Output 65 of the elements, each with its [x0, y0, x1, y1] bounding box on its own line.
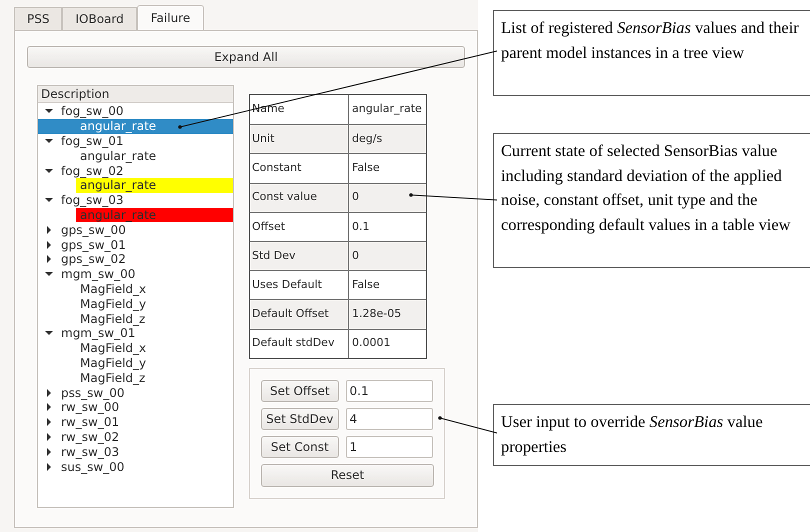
- tree-item[interactable]: mgm_sw_00: [38, 266, 233, 282]
- tab[interactable]: Failure: [136, 5, 204, 30]
- callout: User input to override SensorBias value properties: [493, 404, 810, 466]
- collapse-arrow-icon[interactable]: [45, 136, 53, 145]
- table-cell-text: 0: [351, 248, 360, 264]
- expand-arrow-icon[interactable]: [45, 448, 53, 456]
- tree-item[interactable]: MagField_z: [76, 370, 233, 386]
- collapse-arrow-icon[interactable]: [45, 107, 53, 116]
- tab[interactable]: PSS: [14, 7, 62, 30]
- reset-button[interactable]: Reset: [261, 464, 434, 487]
- leader-line: [438, 416, 498, 434]
- tree-item[interactable]: pss_sw_00: [38, 385, 233, 400]
- expand-arrow-icon[interactable]: [45, 462, 53, 471]
- table-cell: Default stdDev: [250, 330, 349, 358]
- collapse-arrow-icon[interactable]: [45, 166, 53, 175]
- tree-item[interactable]: fog_sw_02: [38, 163, 233, 178]
- tree-item[interactable]: angular_rate: [76, 148, 233, 164]
- callout: Current state of selected SensorBias value including standard deviation of the applied noise, constant offset, unit type and the corresponding default values in a table view: [493, 133, 810, 268]
- expand-arrow-icon[interactable]: [45, 255, 53, 264]
- tree-item[interactable]: rw_sw_00: [38, 400, 233, 415]
- expand-arrow-icon[interactable]: [45, 240, 53, 249]
- set-button[interactable]: Set Offset: [261, 380, 339, 402]
- table-cell-text: angular_rate: [351, 101, 423, 118]
- tree-item[interactable]: fog_sw_00: [38, 104, 233, 119]
- input-field[interactable]: 4: [346, 408, 433, 430]
- collapse-arrow-icon[interactable]: [45, 270, 53, 278]
- table-cell-text: 0: [351, 189, 360, 206]
- table-cell-text: 0.1: [351, 218, 370, 235]
- table-cell-text: 1.28e-05: [351, 306, 402, 322]
- expand-arrow-icon[interactable]: [45, 403, 53, 412]
- set-button[interactable]: Set Const: [261, 436, 339, 458]
- tree-item[interactable]: MagField_y: [76, 296, 233, 312]
- tree-item[interactable]: gps_sw_00: [38, 222, 233, 238]
- input-field[interactable]: 1: [346, 436, 433, 458]
- tree-item[interactable]: rw_sw_03: [38, 444, 233, 460]
- tree-item[interactable]: sus_sw_00: [38, 459, 233, 474]
- tab[interactable]: IOBoard: [62, 7, 137, 30]
- tree-item[interactable]: MagField_x: [76, 340, 233, 356]
- table-cell-text: False: [351, 276, 381, 293]
- expand-arrow-icon[interactable]: [45, 226, 53, 234]
- expand-arrow-icon[interactable]: [45, 388, 53, 397]
- tree-item[interactable]: rw_sw_02: [38, 430, 233, 444]
- table-cell-text: 0.0001: [351, 335, 392, 352]
- tree-item[interactable]: MagField_x: [76, 282, 233, 296]
- tree-item[interactable]: angular_rate: [76, 178, 233, 193]
- collapse-arrow-icon[interactable]: [45, 196, 53, 204]
- input-field[interactable]: 0.1: [346, 380, 433, 402]
- tree-item[interactable]: fog_sw_03: [38, 192, 233, 208]
- collapse-arrow-icon[interactable]: [45, 329, 53, 338]
- expand-all-button[interactable]: Expand All: [27, 46, 465, 68]
- tree-item[interactable]: gps_sw_01: [38, 237, 233, 252]
- tree-item[interactable]: gps_sw_02: [38, 252, 233, 267]
- tree-item[interactable]: fog_sw_01: [38, 134, 233, 148]
- tree-item[interactable]: mgm_sw_01: [38, 326, 233, 341]
- expand-arrow-icon[interactable]: [45, 418, 53, 426]
- set-button[interactable]: Set StdDev: [261, 408, 339, 430]
- tree-item[interactable]: MagField_y: [76, 356, 233, 370]
- expand-arrow-icon[interactable]: [45, 432, 53, 441]
- tree-item[interactable]: MagField_z: [76, 311, 233, 326]
- table-cell-text: deg/s: [351, 131, 384, 148]
- callout: List of registered SensorBias values and their parent model instances in a tree view: [493, 10, 810, 96]
- column-header: Description: [38, 86, 233, 103]
- tree-item[interactable]: rw_sw_01: [38, 414, 233, 430]
- tree-item[interactable]: angular_rate: [38, 118, 233, 134]
- table-cell-text: False: [351, 160, 381, 176]
